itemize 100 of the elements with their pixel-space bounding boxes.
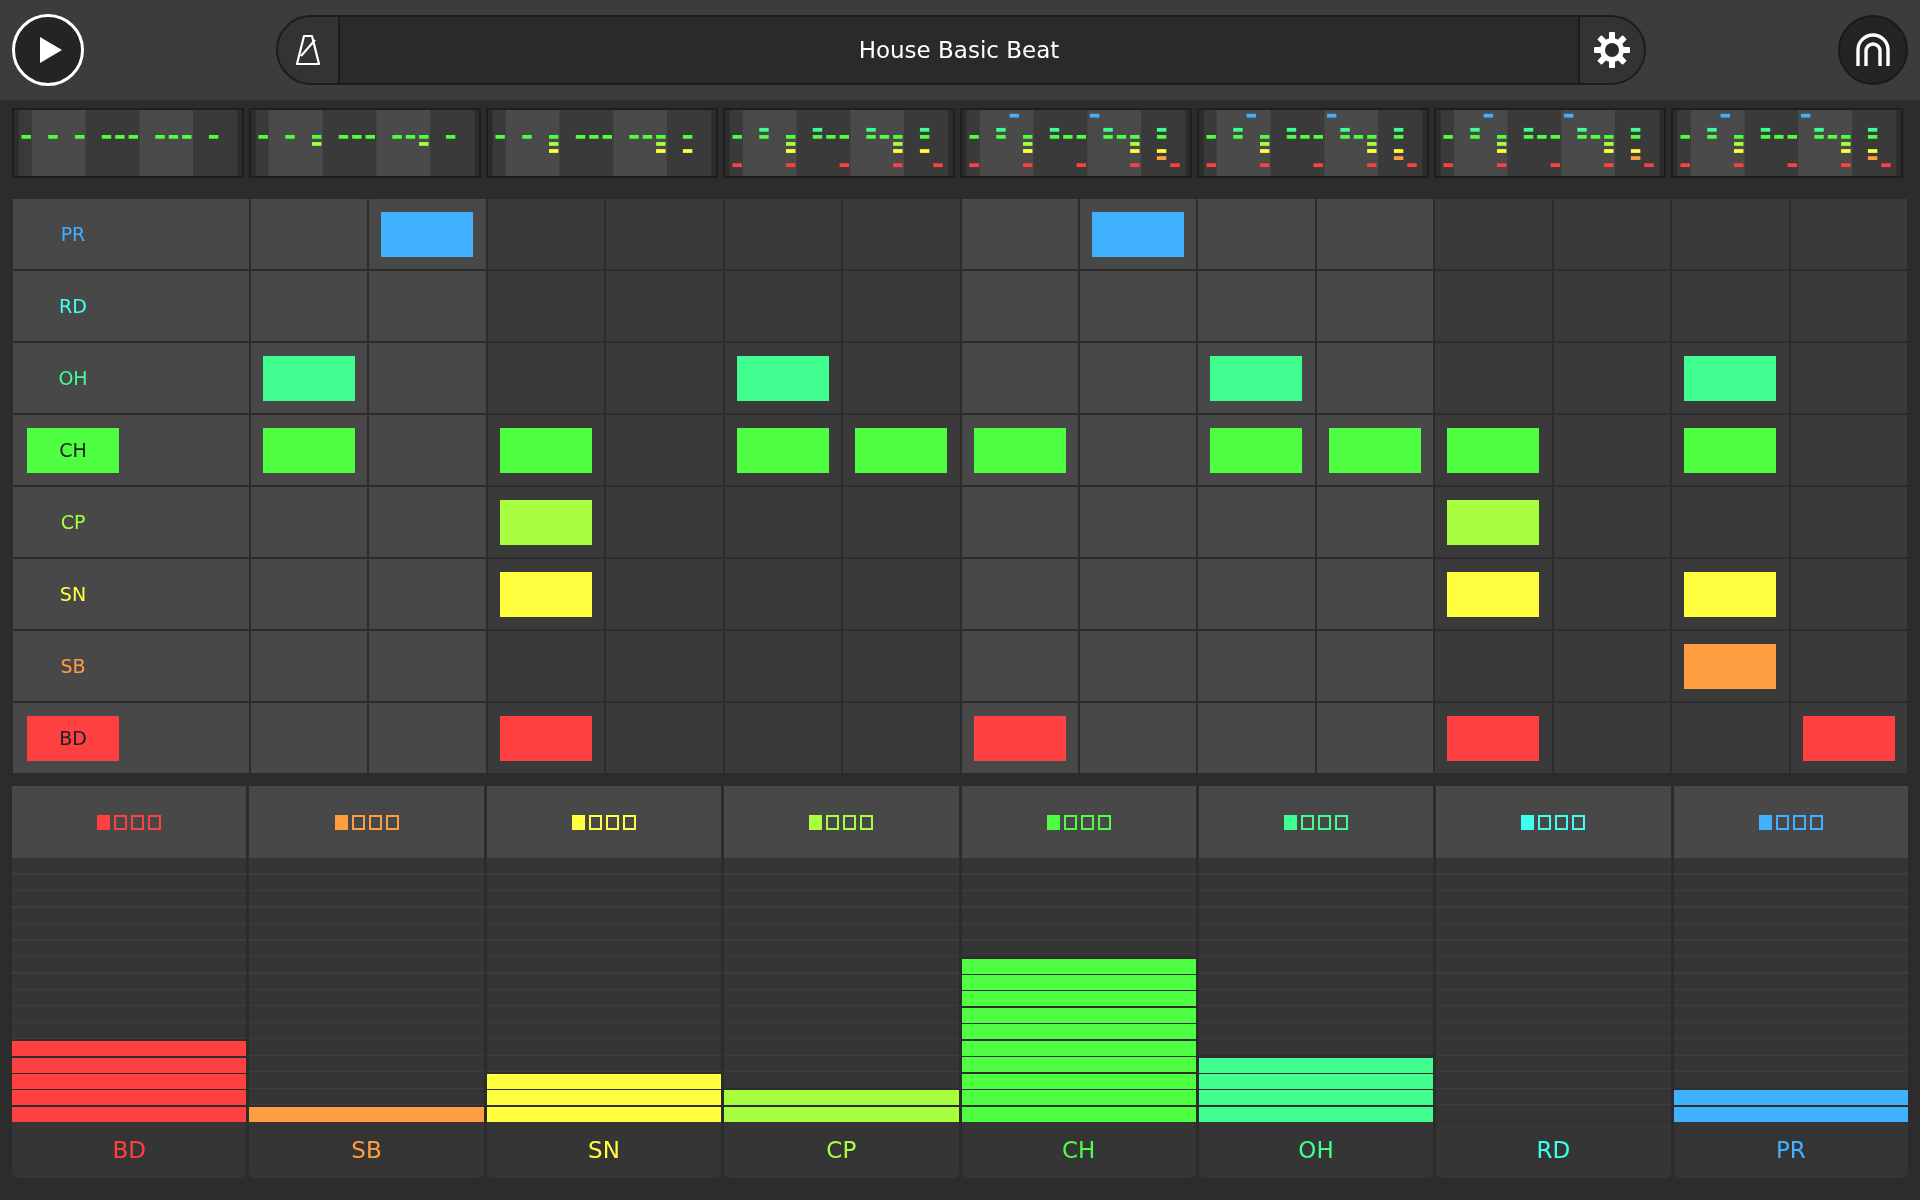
settings-button[interactable]: [1578, 17, 1644, 83]
step-cell[interactable]: [1079, 198, 1198, 270]
step-cell[interactable]: [486, 270, 606, 342]
track-name[interactable]: OH: [27, 355, 119, 401]
track-label-cell[interactable]: PR: [12, 198, 250, 270]
step-cell[interactable]: [842, 486, 961, 558]
step-cell[interactable]: [1315, 630, 1435, 702]
step-cell[interactable]: [1079, 342, 1198, 414]
track-name[interactable]: CP: [27, 499, 119, 545]
step-cell[interactable]: [1197, 702, 1316, 774]
step-cell[interactable]: [1434, 198, 1553, 270]
step-cell[interactable]: [960, 486, 1079, 558]
step-cell[interactable]: [960, 198, 1079, 270]
track-label-cell[interactable]: RD: [12, 270, 250, 342]
pattern-thumbnail-drawing[interactable]: [1671, 108, 1903, 178]
step-cell[interactable]: [368, 342, 487, 414]
slot-toggle[interactable]: [351, 814, 365, 830]
step-cell[interactable]: [368, 702, 487, 774]
step-cell[interactable]: [1079, 270, 1198, 342]
step-cell[interactable]: [1079, 558, 1198, 630]
step-cell[interactable]: [1434, 486, 1553, 558]
step-cell[interactable]: [1197, 342, 1316, 414]
channel-name[interactable]: SB: [249, 1122, 484, 1178]
step-cell[interactable]: [250, 198, 369, 270]
step-cell[interactable]: [250, 630, 369, 702]
step-cell[interactable]: [1434, 558, 1553, 630]
step-cell[interactable]: [842, 198, 961, 270]
pattern-thumbnail-drawing[interactable]: [249, 108, 481, 178]
metronome-button[interactable]: [278, 17, 340, 83]
step-cell[interactable]: [842, 270, 961, 342]
pattern-thumbnail-drawing[interactable]: [486, 108, 718, 178]
step-cell[interactable]: [842, 342, 961, 414]
step-cell[interactable]: [250, 486, 369, 558]
track-name[interactable]: CH: [27, 427, 119, 473]
slot-toggle[interactable]: [148, 814, 162, 830]
slot-toggle[interactable]: [385, 814, 399, 830]
step-cell[interactable]: [1315, 702, 1435, 774]
track-name[interactable]: BD: [27, 715, 119, 761]
step-cell[interactable]: [723, 342, 843, 414]
slot-toggle[interactable]: [1775, 814, 1789, 830]
track-label-cell[interactable]: OH: [12, 342, 250, 414]
step-cell[interactable]: [368, 270, 487, 342]
step-cell[interactable]: [1315, 270, 1435, 342]
channel-name[interactable]: CH: [961, 1122, 1196, 1178]
step-cell[interactable]: [960, 270, 1079, 342]
step-cell[interactable]: [1671, 342, 1790, 414]
channel-name[interactable]: SN: [486, 1122, 722, 1178]
slot-toggle[interactable]: [114, 814, 128, 830]
track-name[interactable]: PR: [27, 211, 119, 257]
step-cell[interactable]: [1197, 270, 1316, 342]
step-cell[interactable]: [486, 486, 606, 558]
step-cell[interactable]: [1197, 630, 1316, 702]
step-cell[interactable]: [1671, 558, 1790, 630]
step-cell[interactable]: [1315, 414, 1435, 486]
step-cell[interactable]: [960, 558, 1079, 630]
step-cell[interactable]: [1671, 414, 1790, 486]
step-cell[interactable]: [486, 198, 606, 270]
step-cell[interactable]: [1079, 630, 1198, 702]
step-cell[interactable]: [842, 414, 961, 486]
step-cell[interactable]: [1434, 702, 1553, 774]
channel-name[interactable]: OH: [1198, 1122, 1434, 1178]
track-label-cell[interactable]: CP: [12, 486, 250, 558]
pattern-thumbnail-drawing[interactable]: [960, 108, 1192, 178]
step-cell[interactable]: [842, 630, 961, 702]
step-cell[interactable]: [723, 414, 843, 486]
step-cell[interactable]: [1789, 702, 1908, 774]
pattern-thumbnail-drawing[interactable]: [1434, 108, 1666, 178]
step-cell[interactable]: [960, 630, 1079, 702]
step-cell[interactable]: [250, 342, 369, 414]
step-cell[interactable]: [486, 342, 606, 414]
step-cell[interactable]: [1315, 486, 1435, 558]
step-cell[interactable]: [1434, 414, 1553, 486]
step-cell[interactable]: [250, 558, 369, 630]
step-cell[interactable]: [368, 630, 487, 702]
step-cell[interactable]: [1315, 198, 1435, 270]
step-cell[interactable]: [1315, 342, 1435, 414]
step-cell[interactable]: [368, 198, 487, 270]
track-label-cell[interactable]: BD: [12, 702, 250, 774]
step-cell[interactable]: [250, 414, 369, 486]
step-cell[interactable]: [1197, 414, 1316, 486]
track-name[interactable]: SB: [27, 643, 119, 689]
step-cell[interactable]: [960, 342, 1079, 414]
pattern-thumbnail-drawing[interactable]: [1197, 108, 1429, 178]
step-cell[interactable]: [1434, 630, 1553, 702]
step-cell[interactable]: [368, 414, 487, 486]
step-cell[interactable]: [368, 486, 487, 558]
slot-toggle[interactable]: [1809, 814, 1823, 830]
step-cell[interactable]: [368, 558, 487, 630]
step-cell[interactable]: [1434, 270, 1553, 342]
track-label-cell[interactable]: SN: [12, 558, 250, 630]
step-cell[interactable]: [486, 414, 606, 486]
step-cell[interactable]: [486, 558, 606, 630]
track-name[interactable]: SN: [27, 571, 119, 617]
pattern-thumbnail-drawing[interactable]: [12, 108, 244, 178]
step-cell[interactable]: [960, 414, 1079, 486]
slot-toggle[interactable]: [131, 814, 145, 830]
channel-name[interactable]: PR: [1673, 1122, 1908, 1178]
pattern-thumbnail-drawing[interactable]: [723, 108, 955, 178]
step-cell[interactable]: [250, 702, 369, 774]
slot-toggle[interactable]: [97, 814, 111, 830]
